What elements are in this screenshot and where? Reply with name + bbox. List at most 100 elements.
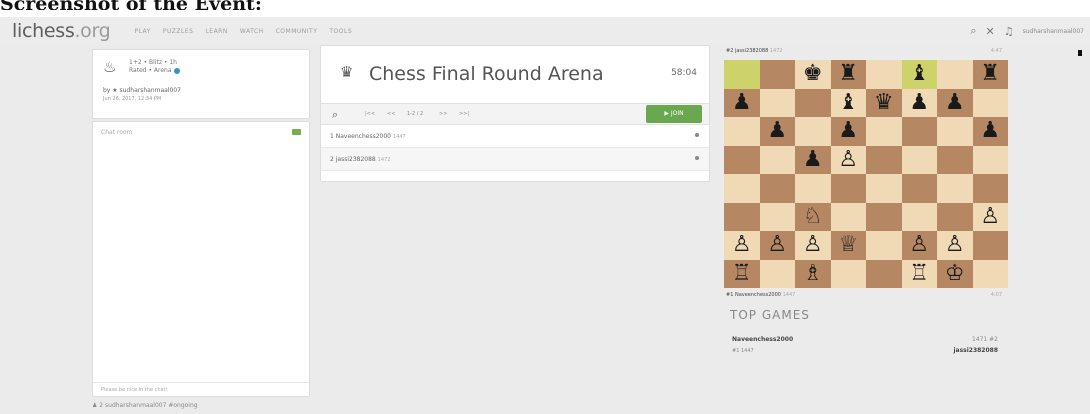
tournament-creator[interactable]: by ★ sudharshanmaal007 — [103, 87, 181, 94]
chess-piece[interactable]: ♚ — [803, 63, 823, 85]
board-square[interactable]: ♝ — [901, 60, 937, 89]
board-square[interactable]: ♟ — [795, 145, 831, 174]
board-square[interactable] — [937, 145, 973, 174]
board-square[interactable] — [830, 174, 866, 203]
chess-piece[interactable]: ♖ — [732, 262, 752, 285]
nav-tools[interactable]: TOOLS — [329, 28, 352, 35]
board-square[interactable] — [795, 117, 831, 146]
chess-piece[interactable]: ♙ — [803, 234, 823, 256]
board-square[interactable]: ♜ — [830, 60, 866, 89]
board-square[interactable]: ♟ — [972, 117, 1008, 146]
tools-icon[interactable]: ✕ — [985, 25, 994, 38]
nav-play[interactable]: PLAY — [134, 28, 150, 35]
board-square[interactable] — [866, 145, 902, 174]
chess-piece[interactable]: ♙ — [980, 205, 1000, 228]
board-square[interactable] — [972, 231, 1008, 260]
top-game-entry[interactable]: Naveenchess2000 1471 #2 — [732, 336, 1004, 343]
board-square[interactable] — [866, 259, 902, 288]
board-square[interactable]: ♚ — [795, 60, 831, 89]
board-square[interactable] — [901, 202, 937, 231]
bell-icon[interactable]: ♫ — [1004, 25, 1014, 38]
board-square[interactable]: ♙ — [759, 231, 795, 260]
nav-watch[interactable]: WATCH — [240, 28, 264, 35]
board-square[interactable] — [972, 174, 1008, 203]
board-square[interactable] — [724, 60, 760, 89]
board-square[interactable] — [937, 117, 973, 146]
board-square[interactable] — [759, 174, 795, 203]
pager-prev[interactable]: << — [387, 111, 395, 117]
chess-piece[interactable]: ♕ — [838, 234, 858, 256]
chess-piece[interactable]: ♗ — [803, 262, 823, 285]
site-logo[interactable]: lichess.org — [12, 20, 111, 42]
standings-row[interactable]: 2 jassi2382088 1472 — [321, 148, 709, 171]
player-name[interactable]: jassi2382088 — [336, 156, 376, 163]
board-square[interactable] — [972, 259, 1008, 288]
nav-puzzles[interactable]: PUZZLES — [163, 28, 194, 35]
chess-piece[interactable]: ♟ — [945, 91, 965, 114]
top-player-label[interactable]: #2 jassi2382088 1472 — [726, 48, 783, 54]
board-square[interactable]: ♟ — [724, 88, 760, 117]
board-square[interactable] — [795, 88, 831, 117]
board-square[interactable]: ♜ — [972, 60, 1008, 89]
chat-toggle[interactable] — [292, 129, 301, 135]
board-square[interactable]: ♛ — [866, 88, 902, 117]
chess-piece[interactable]: ♙ — [945, 234, 965, 256]
chess-piece[interactable]: ♙ — [909, 234, 929, 256]
board-square[interactable] — [866, 60, 902, 89]
nav-community[interactable]: COMMUNITY — [276, 28, 318, 35]
chess-piece[interactable]: ♟ — [803, 148, 823, 171]
board-square[interactable]: ♘ — [795, 202, 831, 231]
chess-piece[interactable]: ♖ — [909, 262, 929, 285]
board-square[interactable]: ♙ — [795, 231, 831, 260]
chess-piece[interactable]: ♟ — [909, 91, 929, 114]
board-square[interactable]: ♗ — [795, 259, 831, 288]
username-link[interactable]: sudharshanmaal007 — [1023, 28, 1084, 35]
join-button[interactable]: ▶ JOIN — [646, 105, 702, 123]
board-square[interactable] — [830, 259, 866, 288]
search-icon[interactable]: ⌕ — [970, 24, 976, 38]
board-square[interactable] — [795, 174, 831, 203]
info-icon[interactable] — [173, 67, 180, 74]
pager-first[interactable]: |<< — [365, 111, 375, 117]
chess-piece[interactable]: ♟ — [732, 91, 752, 114]
pager-last[interactable]: >>| — [459, 111, 469, 117]
board-square[interactable] — [759, 145, 795, 174]
board-square[interactable]: ♖ — [901, 259, 937, 288]
chess-piece[interactable]: ♟ — [767, 120, 787, 142]
standings-row[interactable]: 1 Naveenchess2000 1447 — [321, 125, 709, 148]
board-square[interactable] — [866, 117, 902, 146]
board-square[interactable] — [901, 174, 937, 203]
board-square[interactable] — [759, 202, 795, 231]
chess-piece[interactable]: ♙ — [767, 234, 787, 256]
board-square[interactable]: ♕ — [830, 231, 866, 260]
board-square[interactable]: ♟ — [830, 117, 866, 146]
board-square[interactable]: ♙ — [937, 231, 973, 260]
board-square[interactable] — [830, 202, 866, 231]
bottom-player-label[interactable]: #1 Naveenchess2000 1447 — [726, 292, 795, 298]
board-square[interactable]: ♔ — [937, 259, 973, 288]
chess-piece[interactable]: ♜ — [980, 63, 1000, 85]
board-square[interactable]: ♙ — [972, 202, 1008, 231]
board-square[interactable]: ♙ — [901, 231, 937, 260]
chess-piece[interactable]: ♟ — [980, 120, 1000, 142]
board-square[interactable] — [937, 202, 973, 231]
board-square[interactable]: ♙ — [830, 145, 866, 174]
board-square[interactable] — [759, 88, 795, 117]
board-square[interactable] — [866, 202, 902, 231]
board-square[interactable] — [937, 174, 973, 203]
board-square[interactable]: ♖ — [724, 259, 760, 288]
board-square[interactable]: ♟ — [901, 88, 937, 117]
board-square[interactable] — [937, 60, 973, 89]
board-square[interactable] — [724, 145, 760, 174]
nav-learn[interactable]: LEARN — [205, 28, 227, 35]
board-square[interactable] — [901, 117, 937, 146]
top-game-player1[interactable]: Naveenchess2000 — [732, 336, 793, 343]
chess-piece[interactable]: ♝ — [909, 63, 929, 85]
search-icon[interactable]: ⌕ — [332, 108, 338, 122]
board-square[interactable] — [759, 60, 795, 89]
chess-piece[interactable]: ♙ — [732, 234, 752, 256]
board-square[interactable]: ♟ — [937, 88, 973, 117]
board-square[interactable] — [972, 88, 1008, 117]
chess-board[interactable]: ♚ ♜ ♝ ♜ ♟ ♝ ♛ ♟ ♟ ♟ ♟ ♟ ♟ ♙ ♘ ♙ ♙ ♙ ♙ ♕ ♙ ♙ ♖ ♗ ♖ ♔ — [724, 60, 1008, 288]
top-game-player2[interactable]: jassi2382088 — [953, 347, 998, 354]
